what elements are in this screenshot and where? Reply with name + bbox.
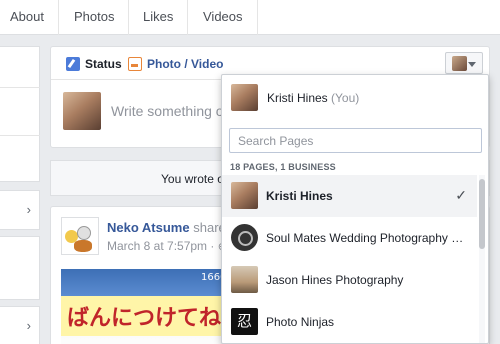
list-item-label: Photo Ninjas (266, 315, 335, 329)
left-section-box (0, 236, 40, 300)
list-item-label: Soul Mates Wedding Photography by J... (266, 231, 466, 245)
status-tab-label: Status (85, 57, 122, 71)
ring-logo-icon (231, 224, 258, 251)
dropdown-you-row[interactable]: Kristi Hines (You) (222, 75, 488, 120)
tab-videos[interactable]: Videos (189, 0, 258, 35)
chevron-right-icon[interactable]: › (27, 202, 31, 217)
tab-likes[interactable]: Likes (129, 0, 189, 35)
avatar (63, 92, 101, 130)
post-timestamp[interactable]: March 8 at 7:57pm · ⊕ (107, 239, 227, 253)
page-top-nav: About Photos Likes Videos (0, 0, 500, 35)
page-voice-selector[interactable] (445, 52, 483, 74)
page-voice-dropdown: Kristi Hines (You) 18 PAGES, 1 BUSINESS … (221, 74, 489, 344)
tab-photos[interactable]: Photos (60, 0, 130, 35)
you-name: Kristi Hines (You) (267, 91, 359, 105)
left-section-box[interactable]: › (0, 306, 40, 344)
photo-video-tab-label: Photo / Video (147, 57, 224, 71)
post-author-link[interactable]: Neko Atsume (107, 220, 190, 235)
you-suffix: (You) (331, 91, 360, 105)
list-item-label: Kristi Hines (266, 189, 333, 203)
notice-text: You wrote or (161, 172, 228, 186)
avatar (452, 56, 467, 71)
caret-down-icon (468, 62, 476, 67)
ninja-logo-icon: 忍 (231, 308, 258, 335)
left-divider (0, 135, 40, 136)
cat-icon (74, 240, 92, 252)
you-name-text: Kristi Hines (267, 91, 328, 105)
left-divider (0, 87, 40, 88)
list-item[interactable]: Kristi Hines ✓ (222, 175, 477, 217)
status-tab[interactable]: Status (66, 55, 122, 73)
post-header: Neko Atsume share (107, 220, 226, 235)
composer-input[interactable]: Write something on (111, 103, 231, 119)
photo-icon (128, 57, 142, 71)
photo-video-tab[interactable]: Photo / Video (128, 55, 223, 73)
left-section-box[interactable]: › (0, 190, 40, 230)
left-column: › › (0, 46, 40, 344)
left-info-box (0, 46, 40, 182)
scrollbar-thumb[interactable] (479, 179, 485, 249)
post-avatar[interactable] (61, 217, 99, 255)
pencil-icon (66, 57, 80, 71)
list-item-label: Jason Hines Photography (266, 273, 404, 287)
avatar (231, 84, 258, 111)
chevron-right-icon[interactable]: › (27, 318, 31, 333)
checkmark-icon: ✓ (455, 187, 467, 203)
post-date: March 8 at 7:57pm · (107, 239, 218, 253)
tab-about[interactable]: About (0, 0, 59, 35)
avatar (231, 182, 258, 209)
list-item[interactable]: 忍 Photo Ninjas (222, 301, 477, 343)
list-item[interactable]: Jason Hines Photography (222, 259, 477, 301)
cat-icon (77, 226, 91, 240)
search-pages-input[interactable] (229, 128, 482, 153)
list-item[interactable]: Soul Mates Wedding Photography by J... (222, 217, 477, 259)
pages-section-header: 18 PAGES, 1 BUSINESS (230, 162, 336, 172)
avatar (231, 266, 258, 293)
